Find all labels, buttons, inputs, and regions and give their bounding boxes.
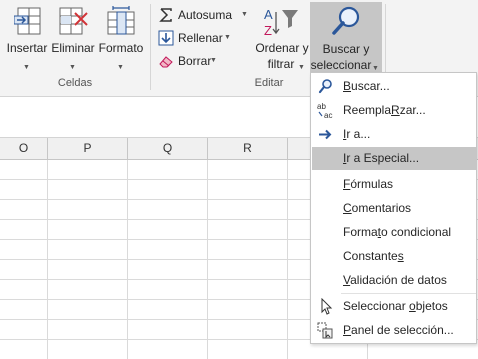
column-header[interactable]: Q	[128, 138, 208, 159]
menu-item-seleccionar-objetos[interactable]: Seleccionar objetos	[312, 295, 476, 318]
menu-item-formulas[interactable]: Fórmulas	[312, 173, 476, 196]
fill-down-icon	[158, 30, 174, 46]
sigma-icon	[158, 7, 174, 23]
autosum-label: Autosuma	[178, 8, 233, 22]
format-button[interactable]: Formato ▼	[97, 4, 145, 74]
magnifier-icon	[330, 5, 362, 41]
menu-item-buscar[interactable]: Buscar...	[312, 75, 476, 98]
replace-icon: ab ac	[317, 102, 334, 120]
menu-item-ir-a[interactable]: Ir a...	[312, 123, 476, 146]
menu-item-comentarios[interactable]: Comentarios	[312, 197, 476, 220]
menu-item-constantes[interactable]: Constantes	[312, 245, 476, 268]
menu-separator	[341, 293, 476, 294]
insert-label: Insertar	[6, 41, 48, 55]
eraser-icon	[158, 53, 174, 69]
menu-item-label: Panel de selección...	[343, 323, 454, 337]
fill-label: Rellenar	[178, 31, 223, 45]
menu-item-reemplazar[interactable]: ab ac ReemplaRzar...	[312, 99, 476, 122]
menu-item-panel-de-seleccion[interactable]: Panel de selección...	[312, 319, 476, 342]
find-select-label-2: seleccionar	[310, 58, 372, 72]
menu-item-label: Seleccionar objetos	[343, 299, 448, 313]
menu-item-label: Formato condicional	[343, 225, 452, 239]
autosum-dropdown-icon: ▼	[241, 11, 248, 18]
column-header[interactable]: O	[0, 138, 48, 159]
insert-dropdown-icon: ▼	[23, 64, 30, 71]
autosum-button[interactable]: Autosuma ▼	[158, 5, 250, 25]
insert-button[interactable]: Insertar ▼	[4, 4, 50, 74]
find-select-button[interactable]: Buscar y seleccionar ▼	[310, 2, 382, 73]
menu-item-label: Comentarios	[343, 201, 412, 215]
menu-item-label: Validación de datos	[343, 273, 447, 287]
menu-item-label: ReemplaRzar...	[343, 103, 426, 117]
group-label-celdas: Celdas	[57, 77, 93, 89]
column-header[interactable]: P	[48, 138, 128, 159]
menu-item-label: Buscar...	[343, 79, 390, 93]
find-select-menu: Buscar... ab ac ReemplaRzar... Ir a... I…	[310, 72, 477, 344]
sort-filter-dropdown-icon: ▼	[298, 64, 305, 71]
search-icon	[317, 78, 334, 95]
menu-item-label: Ir a...	[343, 127, 371, 141]
select-pointer-icon	[317, 297, 334, 315]
menu-item-validacion-de-datos[interactable]: Validación de datos	[312, 269, 476, 292]
insert-cells-icon	[13, 6, 42, 40]
group-separator	[150, 4, 151, 90]
sort-filter-label-1: Ordenar y	[255, 41, 309, 55]
sort-filter-icon: A Z	[262, 6, 300, 42]
format-cells-icon	[106, 6, 136, 40]
menu-item-formato-condicional[interactable]: Formato condicional	[312, 221, 476, 244]
menu-item-label: Ir a Especial...	[343, 151, 420, 165]
format-dropdown-icon: ▼	[117, 64, 124, 71]
fill-button[interactable]: Rellenar ▼	[158, 28, 238, 48]
svg-text:Z: Z	[264, 23, 272, 38]
menu-item-label: Constantes	[343, 249, 404, 263]
svg-text:ac: ac	[324, 111, 332, 119]
clear-dropdown-icon: ▼	[210, 57, 217, 64]
goto-arrow-icon	[317, 126, 334, 143]
delete-dropdown-icon: ▼	[69, 64, 76, 71]
clear-label: Borrar	[178, 54, 212, 68]
find-select-label-1: Buscar y	[322, 42, 370, 56]
format-label: Formato	[98, 41, 144, 55]
selection-pane-icon	[317, 322, 334, 339]
sort-filter-button[interactable]: A Z Ordenar y filtrar ▼	[252, 4, 312, 74]
delete-button[interactable]: Eliminar ▼	[50, 4, 96, 74]
delete-label: Eliminar	[51, 41, 95, 55]
fill-dropdown-icon: ▼	[224, 34, 231, 41]
clear-button[interactable]: Borrar ▼	[158, 51, 230, 71]
menu-item-ir-a-especial[interactable]: Ir a Especial...	[312, 147, 476, 170]
delete-cells-icon	[58, 6, 88, 40]
menu-item-label: Fórmulas	[343, 177, 394, 191]
svg-text:ab: ab	[317, 102, 326, 111]
svg-text:A: A	[264, 7, 273, 22]
column-header[interactable]: R	[208, 138, 288, 159]
